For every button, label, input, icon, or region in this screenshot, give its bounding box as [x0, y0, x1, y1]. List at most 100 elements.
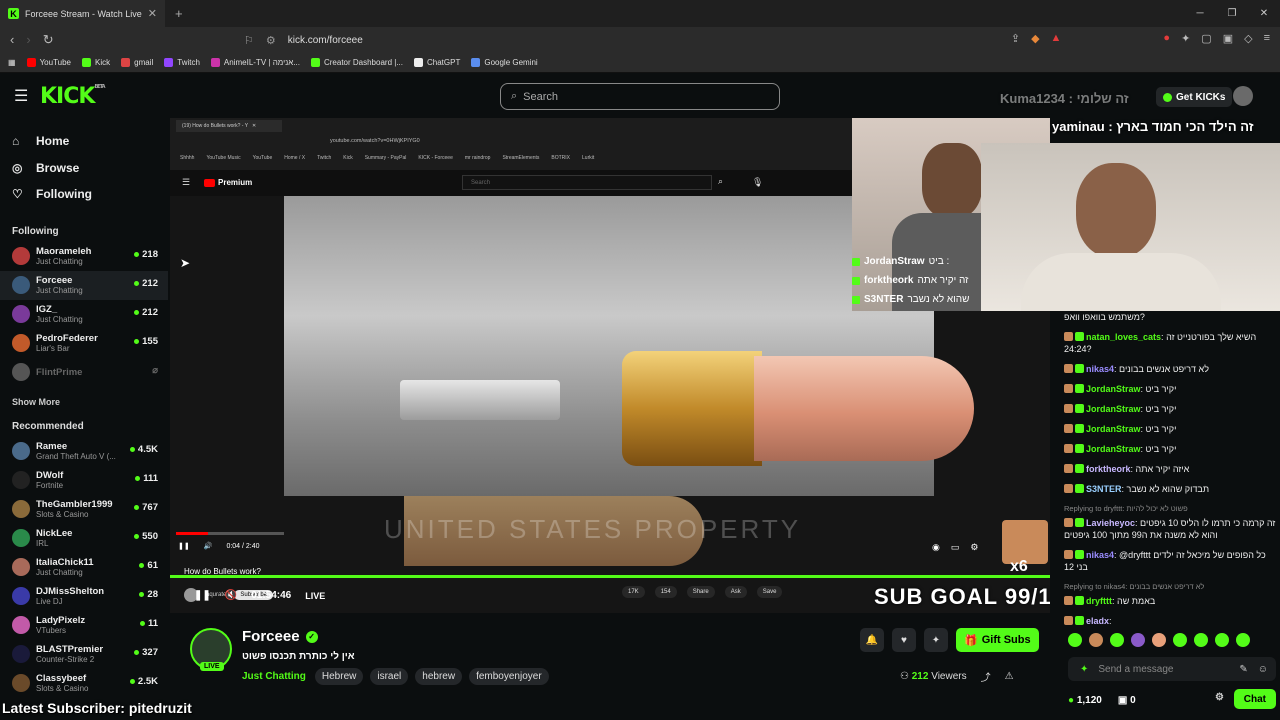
minimize-icon[interactable]: ─: [1184, 0, 1216, 27]
chat-username[interactable]: JordanStraw: [1086, 424, 1141, 434]
maximize-icon[interactable]: ❐: [1216, 0, 1248, 27]
sidebar-channel-thegambler1999[interactable]: TheGambler1999 Slots & Casino 767: [0, 495, 168, 524]
chat-username[interactable]: Lavieheyoc: [1086, 518, 1135, 528]
sidebar-channel-nicklee[interactable]: NickLee IRL 550: [0, 524, 168, 553]
emote-icon[interactable]: [1089, 633, 1103, 647]
pause-icon[interactable]: ❚❚: [194, 590, 211, 601]
browser-tab[interactable]: K Forceee Stream - Watch Live on ✕: [0, 0, 165, 27]
address-field[interactable]: ⚐ ⚙ kick.com/forceee: [244, 30, 994, 50]
emote-icon[interactable]: [1152, 633, 1166, 647]
kick-logo[interactable]: KICKBETA: [40, 84, 106, 109]
show-more-button[interactable]: Show More: [0, 391, 168, 413]
emoji-icon[interactable]: ☺: [1258, 664, 1268, 675]
translate-icon[interactable]: ✎: [1239, 664, 1247, 675]
sidebar-channel-blastpremier[interactable]: BLASTPremier Counter-Strike 2 327: [0, 640, 168, 669]
sidebar-icon[interactable]: ▢: [1201, 32, 1211, 45]
chat-username[interactable]: JordanStraw: [1086, 404, 1141, 414]
emote-icon[interactable]: [1110, 633, 1124, 647]
sidebar-channel-pedrofederer[interactable]: PedroFederer Liar's Bar 155: [0, 329, 168, 358]
chat-username[interactable]: forktheork: [1086, 464, 1131, 474]
stream-category[interactable]: Just Chatting: [242, 671, 306, 682]
chat-username[interactable]: nikas4: [1086, 550, 1114, 560]
close-window-icon[interactable]: ✕: [1248, 0, 1280, 27]
emote-icon[interactable]: [1131, 633, 1145, 647]
facecam: [981, 143, 1280, 311]
sidebar-channel-classybeef[interactable]: Classybeef Slots & Casino 2.5K: [0, 669, 168, 698]
chat-username[interactable]: natan_loves_cats: [1086, 332, 1161, 342]
forward-icon[interactable]: ›: [26, 32, 30, 48]
emote-icon[interactable]: [1068, 633, 1082, 647]
chat-settings-icon[interactable]: ⚙: [1215, 692, 1224, 703]
hamburger-menu-icon[interactable]: ☰: [14, 86, 28, 106]
emote-icon[interactable]: [1215, 633, 1229, 647]
extension-record-icon[interactable]: ●: [1163, 32, 1170, 45]
sidebar-channel-igz_[interactable]: IGZ_ Just Chatting 212: [0, 300, 168, 329]
reload-icon[interactable]: ↻: [43, 32, 54, 48]
chat-username[interactable]: S3NTER: [1086, 484, 1122, 494]
bookmark-chatgpt[interactable]: ChatGPT: [414, 58, 460, 67]
points-balance[interactable]: ▣ 0: [1118, 695, 1136, 706]
logo-beta-badge: BETA: [94, 84, 105, 90]
brave-shield-icon[interactable]: ◆: [1031, 32, 1039, 45]
sidebar-channel-forceee[interactable]: Forceee Just Chatting 212: [0, 270, 168, 300]
chat-username[interactable]: eladx: [1086, 616, 1109, 626]
rewards-icon[interactable]: ▲: [1051, 32, 1062, 45]
sparkle-icon[interactable]: ✦: [1080, 664, 1088, 675]
bookmark-animeil[interactable]: AnimeIL-TV | אנימה...: [210, 58, 300, 67]
vpn-icon[interactable]: ◇: [1244, 32, 1252, 45]
bookmark-twitch[interactable]: Twitch: [164, 58, 200, 67]
sidebar-item-home[interactable]: ⌂ Home: [12, 128, 168, 155]
chat-username[interactable]: JordanStraw: [1086, 384, 1141, 394]
sidebar-channel-dwolf[interactable]: DWolf Fortnite 111: [0, 466, 168, 495]
sidebar-channel-italiachick11[interactable]: ItaliaChick11 Just Chatting 61: [0, 553, 168, 582]
chat-username[interactable]: nikas4: [1086, 364, 1114, 374]
follow-heart-icon[interactable]: ♥: [892, 628, 916, 652]
live-dot-icon: [129, 678, 135, 684]
report-icon[interactable]: ⚠: [1005, 671, 1014, 682]
close-tab-icon[interactable]: ✕: [148, 7, 157, 20]
extensions-icon[interactable]: ✦: [1181, 32, 1190, 45]
sidebar-channel-maorameleh[interactable]: Maorameleh Just Chatting 218: [0, 242, 168, 271]
sidebar-item-browse[interactable]: ◎ Browse: [12, 155, 168, 182]
menu-icon[interactable]: ≡: [1264, 32, 1270, 45]
bookmark-creator-dashboard[interactable]: Creator Dashboard |...: [310, 58, 403, 67]
firing-pin: [400, 380, 560, 420]
bookmark-icon[interactable]: ⚐: [244, 34, 254, 47]
wallet-icon[interactable]: ▣: [1223, 32, 1233, 45]
bookmark-kick[interactable]: Kick: [82, 58, 110, 67]
tag[interactable]: femboyenjoyer: [469, 668, 549, 685]
sidebar-item-following[interactable]: ♡ Following: [12, 181, 168, 208]
sidebar-channel-flintprime[interactable]: FlintPrime ⌀: [0, 358, 168, 387]
tag[interactable]: israel: [370, 668, 409, 685]
bookmark-gmail[interactable]: gmail: [121, 58, 153, 67]
chat-input[interactable]: ✦ Send a message ✎ ☺: [1068, 657, 1276, 681]
search-input[interactable]: ⌕ Search: [500, 83, 780, 110]
sidebar-channel-djmissshelton[interactable]: DJMissShelton Live DJ 28: [0, 582, 168, 611]
sidebar-channel-ramee[interactable]: Ramee Grand Theft Auto V (... 4.5K: [0, 437, 168, 466]
clip-icon[interactable]: ✦: [924, 628, 948, 652]
kicks-balance[interactable]: ● 1,120: [1068, 695, 1102, 706]
bookmark-gemini[interactable]: Google Gemini: [471, 58, 538, 67]
chat-username[interactable]: JordanStraw: [1086, 444, 1141, 454]
video-player[interactable]: (19) How do Bullets work? - Y ✕ youtube.c…: [170, 118, 1050, 613]
chat-username[interactable]: dryfttt: [1086, 596, 1112, 606]
sidebar-channel-ladypixelz[interactable]: LadyPixelz VTubers 11: [0, 611, 168, 640]
emote-icon[interactable]: [1194, 633, 1208, 647]
bookmark-youtube[interactable]: YouTube: [26, 58, 71, 67]
gift-subs-button[interactable]: 🎁 Gift Subs: [956, 628, 1039, 652]
new-tab-icon[interactable]: +: [175, 6, 183, 21]
tag[interactable]: Hebrew: [314, 668, 364, 685]
mute-icon[interactable]: 🔇: [225, 590, 237, 601]
emote-icon[interactable]: [1236, 633, 1250, 647]
site-info-icon[interactable]: ⚙: [266, 34, 276, 47]
chat-send-button[interactable]: Chat: [1233, 689, 1276, 709]
apps-grid-icon[interactable]: ▦: [8, 58, 16, 67]
back-icon[interactable]: ‹: [10, 32, 14, 48]
share-stream-icon[interactable]: ⤴: [981, 669, 991, 684]
share-icon[interactable]: ⇪: [1011, 32, 1020, 45]
notification-bell-icon[interactable]: 🔔: [860, 628, 884, 652]
emote-icon[interactable]: [1173, 633, 1187, 647]
tag[interactable]: hebrew: [415, 668, 463, 685]
streamer-name[interactable]: Forceee: [242, 628, 300, 645]
captured-browser-chrome: (19) How do Bullets work? - Y ✕ youtube.c…: [170, 118, 853, 170]
